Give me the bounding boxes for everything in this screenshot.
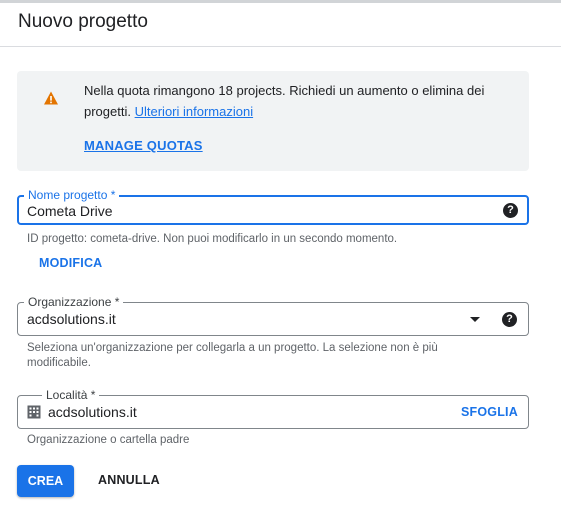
- warning-icon: [44, 91, 58, 105]
- organization-label: Organizzazione *: [24, 294, 124, 310]
- organization-hint-line2: modificabile.: [27, 357, 91, 369]
- organization-select[interactable]: acdsolutions.it: [27, 311, 116, 327]
- organization-hint-line1: Seleziona un'organizzazione per collegar…: [27, 342, 438, 354]
- project-id-hint: ID progetto: cometa-drive. Non puoi modi…: [27, 233, 398, 245]
- browse-button[interactable]: SFOGLIA: [461, 405, 518, 419]
- cancel-button[interactable]: ANNULLA: [98, 473, 160, 487]
- location-field[interactable]: Località * acdsolutions.it SFOGLIA: [17, 387, 529, 429]
- building-icon: [27, 405, 41, 419]
- quota-message: Nella quota rimangono 18 projects. Richi…: [84, 80, 504, 122]
- location-label: Località *: [42, 387, 100, 403]
- project-name-field[interactable]: Nome progetto * Cometa Drive ?: [17, 187, 529, 225]
- location-value: acdsolutions.it: [48, 404, 137, 420]
- help-icon[interactable]: ?: [503, 203, 518, 218]
- organization-hint: Seleziona un'organizzazione per collegar…: [27, 341, 438, 371]
- dialog-header: Nuovo progetto: [0, 3, 561, 47]
- page-title: Nuovo progetto: [18, 11, 148, 32]
- organization-field[interactable]: Organizzazione * acdsolutions.it ?: [17, 294, 529, 336]
- learn-more-link[interactable]: Ulteriori informazioni: [135, 104, 253, 119]
- create-button[interactable]: CREA: [17, 465, 74, 497]
- project-name-label: Nome progetto *: [24, 187, 120, 203]
- project-name-input[interactable]: Cometa Drive: [27, 203, 113, 219]
- help-icon[interactable]: ?: [502, 312, 517, 327]
- manage-quotas-link[interactable]: MANAGE QUOTAS: [84, 138, 203, 153]
- dropdown-arrow-icon[interactable]: [470, 317, 480, 322]
- modify-project-id-button[interactable]: MODIFICA: [39, 256, 102, 270]
- quota-warning-panel: Nella quota rimangono 18 projects. Richi…: [17, 71, 529, 171]
- location-hint: Organizzazione o cartella padre: [27, 434, 190, 446]
